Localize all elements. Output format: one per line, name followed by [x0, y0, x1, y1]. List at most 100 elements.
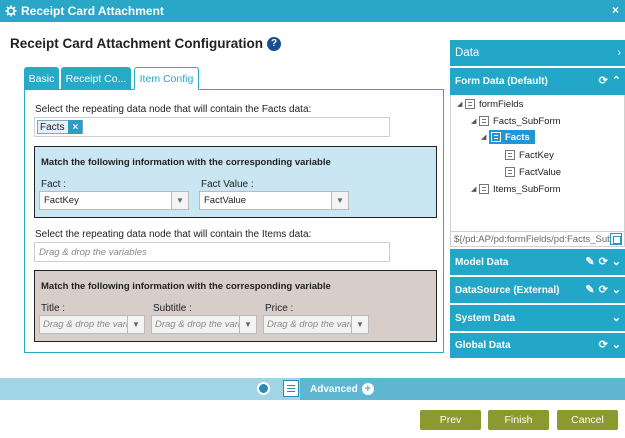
fact-select-value: FactKey — [44, 195, 79, 206]
chevron-down-icon[interactable]: ▼ — [239, 316, 256, 333]
variable-path-text: ${/pd:AP/pd:formFields/pd:Facts_SubForm/… — [454, 233, 610, 245]
datasource-section[interactable]: DataSource (External) ✎ ⟳ ⌄ — [450, 277, 625, 303]
facts-tag: Facts × — [37, 120, 84, 134]
data-sidebar: Data › Form Data (Default) ⟳ ⌃ ◢ formFie… — [450, 40, 625, 358]
collapse-triangle-icon[interactable]: ◢ — [471, 117, 479, 125]
field-node-icon — [505, 150, 515, 160]
items-node-placeholder: Drag & drop the variables — [39, 247, 147, 258]
variable-path-field[interactable]: ${/pd:AP/pd:formFields/pd:Facts_SubForm/… — [450, 231, 625, 247]
close-icon[interactable]: × — [612, 3, 619, 17]
data-header[interactable]: Data › — [450, 40, 625, 66]
facts-mapping-heading: Match the following information with the… — [41, 157, 331, 168]
tree-node-items-subform[interactable]: ◢ Items_SubForm — [471, 182, 561, 196]
edit-pencil-icon[interactable]: ✎ — [585, 284, 594, 296]
refresh-icon[interactable]: ⟳ — [599, 284, 608, 296]
chevron-down-icon[interactable]: ⌄ — [612, 256, 621, 268]
tree-node-label: FactValue — [519, 166, 562, 178]
tree-node-factkey[interactable]: FactKey — [505, 148, 554, 162]
items-node-label: Select the repeating data node that will… — [35, 229, 312, 240]
tree-node-label: Facts — [505, 131, 530, 143]
copy-icon[interactable] — [610, 233, 622, 245]
title-select-placeholder: Drag & drop the variables — [43, 319, 127, 330]
title-select[interactable]: Drag & drop the variables ▼ — [39, 315, 145, 334]
page-title: Receipt Card Attachment Configuration ? — [10, 36, 282, 51]
prev-button[interactable]: Prev — [420, 410, 481, 430]
facts-tag-label: Facts — [40, 121, 65, 133]
finish-button[interactable]: Finish — [488, 410, 549, 430]
chevron-down-icon[interactable]: ▼ — [171, 192, 188, 209]
collapse-triangle-icon[interactable]: ◢ — [457, 100, 465, 108]
refresh-icon[interactable]: ⟳ — [599, 76, 608, 87]
tree-node-facts[interactable]: Facts — [489, 130, 535, 144]
chevron-down-icon[interactable]: ⌄ — [612, 340, 621, 351]
chevron-right-icon[interactable]: › — [617, 47, 621, 59]
advanced-label: Advanced — [310, 383, 358, 395]
chevron-down-icon[interactable]: ▼ — [127, 316, 144, 333]
price-select[interactable]: Drag & drop the variables ▼ — [263, 315, 369, 334]
tree-node-facts-subform[interactable]: ◢ Facts_SubForm — [471, 114, 561, 128]
form-node-icon — [479, 184, 489, 194]
plus-icon[interactable]: + — [361, 383, 374, 395]
window-title: Receipt Card Attachment — [21, 4, 164, 18]
tab-basic[interactable]: Basic — [24, 67, 59, 90]
subtitle-select-placeholder: Drag & drop the variables — [155, 319, 239, 330]
tab-receipt-config[interactable]: Receipt Co... — [61, 67, 131, 90]
form-data-label: Form Data (Default) — [455, 76, 548, 87]
price-label: Price : — [265, 303, 294, 314]
chevron-down-icon[interactable]: ⌄ — [612, 312, 621, 324]
tree-node-facts-selected[interactable]: ◢ Facts — [481, 130, 535, 144]
gear-icon — [5, 5, 17, 17]
field-node-icon — [505, 167, 515, 177]
tree-node-label: Facts_SubForm — [493, 115, 561, 127]
model-data-section[interactable]: Model Data ✎ ⟳ ⌄ — [450, 249, 625, 275]
chevron-down-icon[interactable]: ▼ — [351, 316, 368, 333]
tree-node-formfields[interactable]: ◢ formFields — [457, 97, 523, 111]
page-title-text: Receipt Card Attachment Configuration — [10, 36, 264, 51]
data-header-label: Data — [455, 47, 480, 59]
fact-label: Fact : — [41, 179, 67, 190]
facts-node-label: Select the repeating data node that will… — [35, 104, 312, 115]
chevron-down-icon[interactable]: ⌄ — [612, 284, 621, 296]
price-select-placeholder: Drag & drop the variables — [267, 319, 351, 330]
globe-icon[interactable] — [257, 382, 270, 395]
global-data-label: Global Data — [455, 340, 511, 351]
advanced-toggle[interactable]: Advanced + — [300, 378, 625, 400]
cancel-button[interactable]: Cancel — [557, 410, 618, 430]
collapse-triangle-icon[interactable]: ◢ — [471, 185, 479, 193]
document-icon[interactable] — [283, 380, 299, 397]
refresh-icon[interactable]: ⟳ — [599, 256, 608, 268]
system-data-label: System Data — [455, 312, 516, 324]
refresh-icon[interactable]: ⟳ — [599, 340, 608, 351]
datasource-label: DataSource (External) — [455, 284, 560, 296]
chevron-down-icon[interactable]: ▼ — [331, 192, 348, 209]
facts-mapping-box: Match the following information with the… — [34, 146, 437, 218]
tag-remove-icon[interactable]: × — [68, 120, 83, 134]
window-titlebar: Receipt Card Attachment × — [0, 0, 625, 22]
tree-node-label: FactKey — [519, 149, 554, 161]
collapse-triangle-icon[interactable]: ◢ — [481, 133, 489, 141]
tree-node-label: Items_SubForm — [493, 183, 561, 195]
global-data-section[interactable]: Global Data ⟳ ⌄ — [450, 333, 625, 358]
help-icon[interactable]: ? — [267, 36, 282, 51]
form-node-icon — [491, 132, 501, 142]
system-data-section[interactable]: System Data ⌄ — [450, 305, 625, 331]
form-node-icon — [479, 116, 489, 126]
title-label: Title : — [41, 303, 66, 314]
chevron-up-icon[interactable]: ⌃ — [612, 76, 621, 87]
subtitle-label: Subtitle : — [153, 303, 192, 314]
tree-node-factvalue[interactable]: FactValue — [505, 165, 561, 179]
edit-pencil-icon[interactable]: ✎ — [585, 256, 594, 268]
items-mapping-heading: Match the following information with the… — [41, 281, 331, 292]
facts-node-input[interactable]: Facts × — [34, 117, 390, 137]
items-node-input[interactable]: Drag & drop the variables — [34, 242, 390, 262]
form-node-icon — [465, 99, 475, 109]
fact-select[interactable]: FactKey ▼ — [39, 191, 189, 210]
tab-item-config[interactable]: Item Config — [134, 67, 199, 90]
form-data-section[interactable]: Form Data (Default) ⟳ ⌃ — [450, 68, 625, 95]
fact-value-select-value: FactValue — [204, 195, 247, 206]
subtitle-select[interactable]: Drag & drop the variables ▼ — [151, 315, 257, 334]
form-data-tree: ◢ formFields ◢ Facts_SubForm ◢ Facts Fac… — [450, 95, 625, 231]
tree-node-label: formFields — [479, 98, 524, 110]
item-config-panel: Select the repeating data node that will… — [24, 89, 444, 353]
fact-value-select[interactable]: FactValue ▼ — [199, 191, 349, 210]
